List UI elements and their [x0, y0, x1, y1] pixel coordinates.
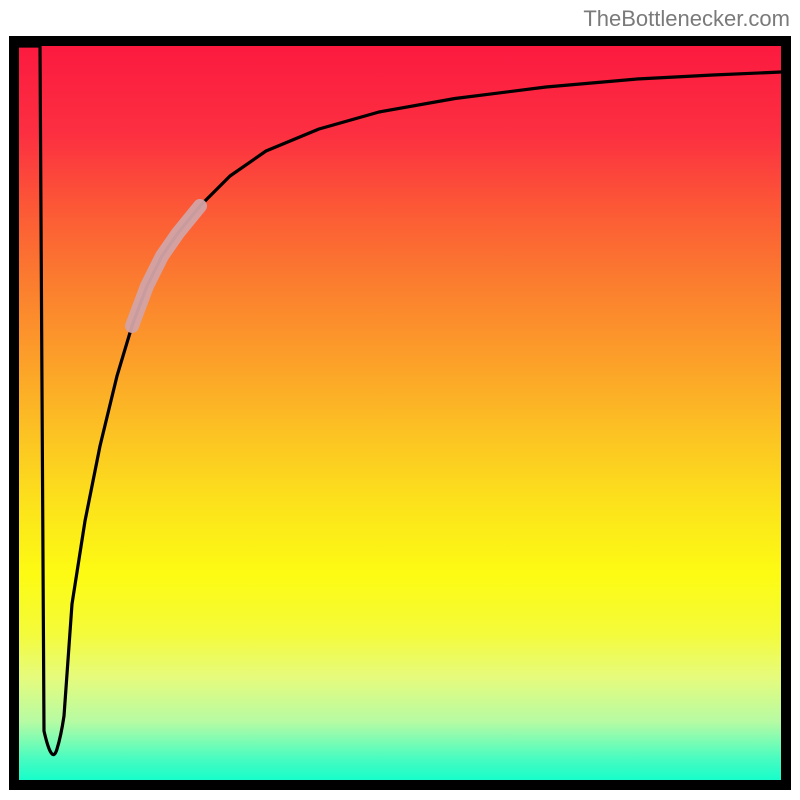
chart-frame [9, 36, 791, 790]
attribution-text: TheBottlenecker.com [583, 6, 790, 32]
chart-curve-layer [19, 46, 781, 780]
curve-highlight-segment [132, 206, 200, 326]
bottleneck-curve [19, 46, 781, 755]
